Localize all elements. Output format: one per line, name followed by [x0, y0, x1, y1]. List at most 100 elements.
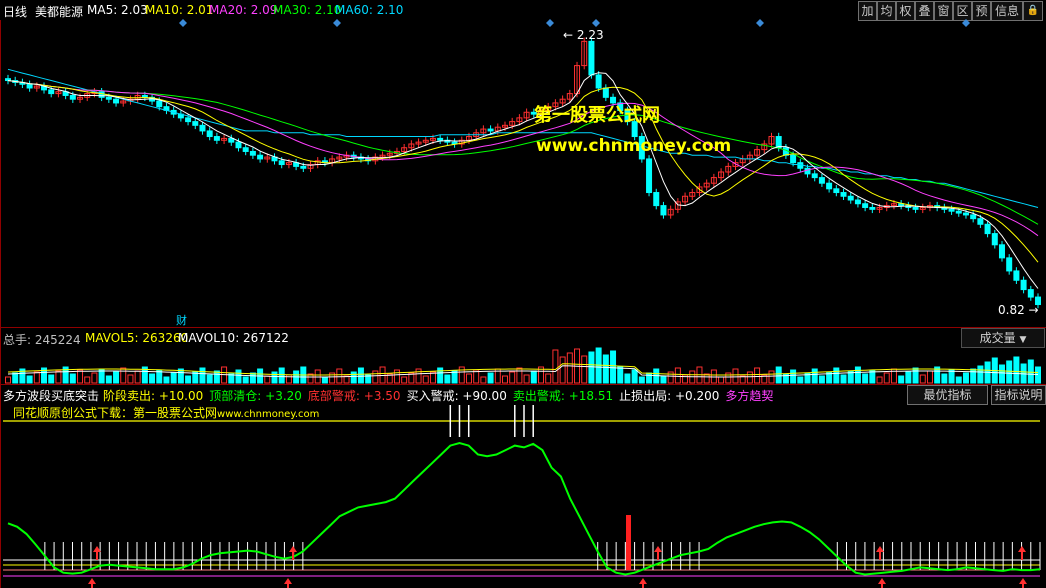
candle-body [854, 199, 861, 205]
volume-bar [213, 370, 220, 384]
volume-bar [422, 375, 429, 384]
candle-body [660, 205, 667, 216]
mavol10-line [7, 365, 1039, 378]
low-price-label: 0.82 → [998, 303, 1039, 317]
indicator-param-0: 阶段卖出: +10.00 [103, 389, 204, 403]
watermark-title: 第一股票公式网 [534, 105, 660, 126]
volume-bar [602, 354, 609, 384]
candle-body [912, 206, 919, 210]
volume-bar [588, 351, 595, 384]
volume-bar [581, 355, 588, 384]
volume-total: 总手: 245224 [3, 333, 81, 347]
date-arrow-icon-0 [88, 578, 96, 588]
volume-bar [170, 372, 177, 384]
volume-bar [660, 375, 667, 384]
candle-body [105, 96, 112, 100]
chart-canvas [0, 19, 1041, 588]
volume-bar [5, 376, 11, 384]
indicator-param-3: 买入警戒: +90.00 [406, 389, 507, 403]
candle-body [242, 147, 249, 152]
volume-bar [941, 373, 948, 384]
volume-bar [638, 376, 645, 384]
ma5-line [7, 72, 1039, 289]
volume-bar [898, 375, 905, 384]
candle-body [257, 154, 264, 160]
high-price-value: 2.23 [576, 28, 604, 42]
volume-bar [235, 369, 242, 384]
volume-bar [797, 376, 804, 384]
indicator-param-1: 顶部清仓: +3.20 [209, 389, 302, 403]
volume-bar [674, 367, 681, 384]
volume-bar [854, 366, 861, 384]
volume-bar [919, 374, 926, 384]
volume-bar [437, 367, 444, 384]
volume-bar [458, 366, 465, 384]
download-url-text: www.chnmoney.com [217, 409, 320, 420]
volume-bar [833, 367, 840, 384]
download-note: 同花顺原创公式下载：第一股票公式网www.chnmoney.com [13, 404, 319, 421]
volume-bar [732, 368, 739, 384]
volume-bar [242, 376, 249, 384]
volume-bar [77, 369, 84, 384]
finance-marker[interactable]: 财 [176, 312, 187, 328]
volume-bar [926, 370, 933, 384]
volume-bar [91, 372, 98, 384]
volume-bar [1035, 366, 1041, 384]
candle-body [811, 173, 818, 179]
candle-body [595, 74, 602, 89]
volume-bar [746, 371, 753, 384]
candle-body [948, 208, 955, 212]
volume-bar [163, 376, 170, 384]
watermark-url: www.chnmoney.com [536, 136, 732, 156]
volume-bar [754, 367, 761, 384]
volume-bar [624, 373, 631, 384]
volume-pane-header: 总手: 245224 MAVOL5: 263260 MAVOL10: 26712… [0, 327, 1046, 348]
candle-body [775, 136, 782, 149]
volume-bar [185, 375, 192, 384]
volume-bar [264, 375, 271, 384]
candle-body [185, 117, 192, 123]
best-indicator-button[interactable]: 最优指标 [907, 385, 988, 405]
volume-bar [610, 350, 617, 384]
candle-body [156, 100, 163, 108]
volume-bar [12, 372, 19, 384]
candle-body [1027, 289, 1034, 298]
ma30-line [7, 80, 1039, 225]
volume-bar [501, 375, 508, 384]
volume-bar [113, 371, 120, 384]
volume-bar [26, 375, 33, 384]
volume-bar [862, 373, 869, 384]
candle-body [588, 40, 595, 76]
indicator-param-5: 止损出局: +0.200 [619, 389, 720, 403]
candle-body [300, 165, 307, 169]
volume-bar [790, 369, 797, 384]
volume-bar [523, 374, 530, 384]
volume-bar [285, 374, 292, 384]
volume-bar [127, 374, 134, 384]
candle-body [826, 182, 833, 190]
indicator-line [7, 441, 1041, 576]
high-price-label: ← 2.23 [563, 28, 604, 42]
candle-body [977, 218, 984, 225]
volume-bar [962, 372, 969, 384]
volume-dropdown[interactable]: 成交量 ▼ [961, 328, 1045, 348]
ma60-line [7, 68, 1039, 208]
volume-bar [199, 367, 206, 384]
volume-bar [206, 374, 213, 384]
volume-bar [998, 364, 1005, 384]
volume-bar [480, 376, 487, 384]
volume-bar [321, 376, 328, 384]
event-marker-0 [179, 19, 187, 27]
volume-bar [336, 368, 343, 384]
indicator-param-4: 卖出警戒: +18.51 [512, 389, 614, 403]
volume-bar [105, 375, 112, 384]
ma20-line [7, 80, 1039, 237]
volume-bar [1006, 360, 1013, 384]
volume-bar [401, 376, 408, 384]
indicator-help-button[interactable]: 指标说明 [991, 385, 1046, 405]
candle-body [192, 121, 199, 126]
candle-body [991, 233, 998, 246]
date-arrow-icon-4 [1019, 578, 1027, 588]
volume-bar [487, 372, 494, 384]
buy-arrow-up-icon-3 [876, 546, 884, 560]
